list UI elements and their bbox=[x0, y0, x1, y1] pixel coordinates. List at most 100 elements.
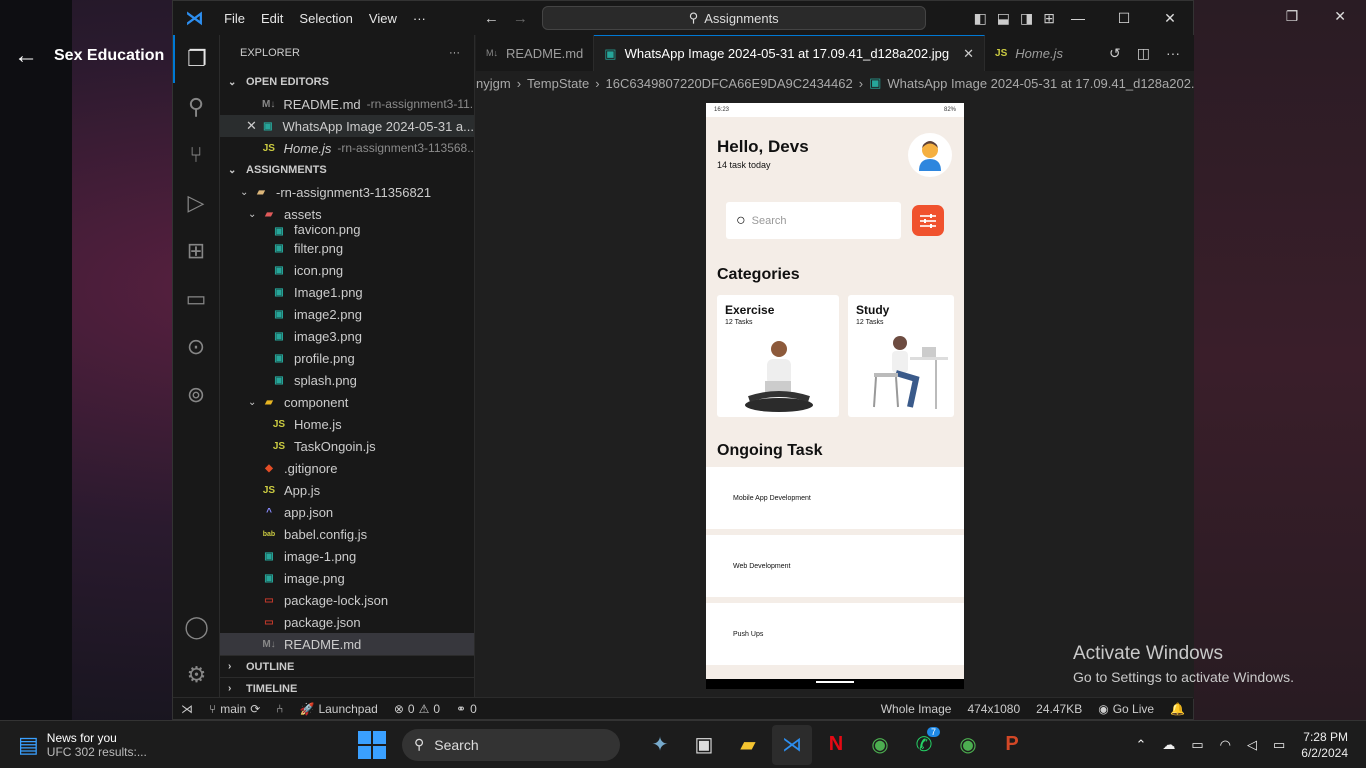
tree-file[interactable]: ▭ package.json bbox=[220, 611, 474, 633]
tree-file[interactable]: JS Home.js bbox=[220, 413, 474, 435]
open-editors-section[interactable]: ⌄ OPEN EDITORS bbox=[220, 71, 474, 93]
tree-file[interactable]: ▣ profile.png bbox=[220, 347, 474, 369]
toggle-sidebar-icon[interactable]: ◧ bbox=[974, 10, 987, 27]
menu-selection[interactable]: Selection bbox=[291, 11, 360, 26]
tree-file[interactable]: ▭ package-lock.json bbox=[220, 589, 474, 611]
whatsapp-icon[interactable]: ✆ 7 bbox=[904, 725, 944, 765]
tree-file[interactable]: ▣ icon.png bbox=[220, 259, 474, 281]
tree-file[interactable]: ▣ splash.png bbox=[220, 369, 474, 391]
breadcrumb-item[interactable]: TempState bbox=[527, 76, 589, 91]
breadcrumb-item[interactable]: WhatsApp Image 2024-05-31 at 17.09.41_d1… bbox=[887, 76, 1194, 91]
volume-icon[interactable]: ◁ bbox=[1247, 737, 1257, 753]
timeline-section[interactable]: › TIMELINE bbox=[220, 677, 474, 699]
launchpad-status[interactable]: 🚀 Launchpad bbox=[291, 702, 385, 716]
tree-file[interactable]: JS TaskOngoin.js bbox=[220, 435, 474, 457]
arrow-left-icon[interactable]: ← bbox=[14, 42, 38, 70]
tree-file[interactable]: ▣ image.png bbox=[220, 567, 474, 589]
customize-layout-icon[interactable]: ⊞ bbox=[1043, 10, 1055, 27]
tree-file[interactable]: ^ app.json bbox=[220, 501, 474, 523]
notifications-bell-icon[interactable]: 🔔 bbox=[1162, 702, 1193, 716]
tree-file[interactable]: ▣ image-1.png bbox=[220, 545, 474, 567]
explorer-icon[interactable]: ❐ bbox=[173, 35, 219, 83]
command-center[interactable]: ⚲ Assignments bbox=[541, 6, 926, 30]
chevron-right-icon: › bbox=[228, 683, 232, 694]
tree-file[interactable]: ▣ image2.png bbox=[220, 303, 474, 325]
wifi-icon[interactable]: ◠ bbox=[1220, 737, 1231, 753]
minimize-icon[interactable]: — bbox=[1055, 10, 1101, 27]
toggle-secondary-sidebar-icon[interactable]: ◨ bbox=[1020, 10, 1033, 27]
menu-more[interactable]: ··· bbox=[405, 11, 434, 26]
maximize-icon[interactable]: ☐ bbox=[1101, 10, 1147, 27]
split-editor-icon[interactable]: ◫ bbox=[1137, 45, 1150, 62]
remote-explorer-icon[interactable]: ▭ bbox=[173, 275, 219, 323]
file-explorer-icon[interactable]: ▰ bbox=[728, 725, 768, 765]
ports-status[interactable]: ⚭ 0 bbox=[448, 702, 485, 716]
tab-readme[interactable]: M↓ README.md bbox=[476, 35, 595, 71]
tree-file[interactable]: ▣ image3.png bbox=[220, 325, 474, 347]
news-widget[interactable]: ▤ News for you UFC 302 results:... bbox=[18, 731, 348, 759]
toggle-panel-icon[interactable]: ⬓ bbox=[997, 10, 1010, 27]
powerpoint-icon[interactable]: P bbox=[992, 725, 1032, 765]
menu-view[interactable]: View bbox=[361, 11, 405, 26]
open-editor-item[interactable]: JS Home.js -rn-assignment3-113568... bbox=[220, 137, 474, 159]
tree-file[interactable]: ▣ filter.png bbox=[220, 237, 474, 259]
netflix-icon[interactable]: N bbox=[816, 725, 856, 765]
display-icon[interactable]: ▭ bbox=[1191, 737, 1203, 753]
copilot-icon[interactable]: ✦ bbox=[640, 725, 680, 765]
tree-file[interactable]: bab babel.config.js bbox=[220, 523, 474, 545]
search-icon[interactable]: ⚲ bbox=[173, 83, 219, 131]
git-graph-icon[interactable]: ⊙ bbox=[173, 323, 219, 371]
close-window-icon[interactable]: ✕ bbox=[1147, 10, 1193, 27]
settings-gear-icon[interactable]: ⚙ bbox=[173, 651, 220, 699]
file-path: -rn-assignment3-113568... bbox=[337, 141, 474, 155]
more-actions-icon[interactable]: ··· bbox=[1166, 45, 1180, 61]
tree-folder[interactable]: ⌄ ▰ component bbox=[220, 391, 474, 413]
close-tab-icon[interactable]: ✕ bbox=[963, 46, 974, 62]
back-arrow-icon[interactable]: ← bbox=[484, 10, 499, 27]
windows-start-icon[interactable] bbox=[358, 730, 386, 759]
forward-arrow-icon[interactable]: → bbox=[513, 10, 528, 27]
account-icon[interactable]: ◯ bbox=[173, 603, 220, 651]
testing-icon[interactable]: ⊚ bbox=[173, 371, 219, 419]
extensions-icon[interactable]: ⊞ bbox=[173, 227, 219, 275]
vscode-taskbar-icon[interactable]: ⋊ bbox=[772, 724, 812, 765]
remote-icon[interactable]: ⋊ bbox=[173, 702, 201, 716]
tab-home-js[interactable]: JS Home.js bbox=[985, 35, 1073, 71]
tree-file-selected[interactable]: M↓ README.md bbox=[220, 633, 474, 655]
outline-section[interactable]: › OUTLINE bbox=[220, 655, 474, 677]
chevron-up-icon[interactable]: ⌃ bbox=[1135, 737, 1146, 753]
assignments-section[interactable]: ⌄ ASSIGNMENTS bbox=[220, 159, 474, 181]
tree-file[interactable]: ▣ favicon.png bbox=[220, 225, 474, 237]
weather-icon[interactable]: ☁ bbox=[1162, 737, 1175, 753]
tree-file[interactable]: JS App.js bbox=[220, 479, 474, 501]
image-zoom-mode[interactable]: Whole Image bbox=[873, 702, 960, 716]
problems-status[interactable]: ⊗ 0 ⚠ 0 bbox=[386, 702, 448, 716]
taskbar-search[interactable]: ⚲ Search bbox=[402, 728, 620, 761]
close-icon[interactable]: ✕ bbox=[1334, 8, 1346, 25]
tree-folder[interactable]: ⌄ ▰ assets bbox=[220, 203, 474, 225]
open-editor-item-active[interactable]: ✕ ▣ WhatsApp Image 2024-05-31 a... bbox=[220, 115, 474, 137]
run-debug-icon[interactable]: ▷ bbox=[173, 179, 219, 227]
tree-folder[interactable]: ⌄ ▰ -rn-assignment3-11356821 bbox=[220, 181, 474, 203]
chrome-icon[interactable]: ◉ bbox=[860, 725, 900, 765]
tab-whatsapp-image[interactable]: ▣ WhatsApp Image 2024-05-31 at 17.09.41_d… bbox=[594, 35, 986, 71]
more-actions-icon[interactable]: ··· bbox=[449, 47, 460, 59]
branch-status[interactable]: ⑂ main ⟳ bbox=[201, 702, 268, 716]
menu-edit[interactable]: Edit bbox=[253, 11, 291, 26]
clock[interactable]: 7:28 PM 6/2/2024 bbox=[1301, 729, 1348, 761]
battery-icon[interactable]: ▭ bbox=[1273, 737, 1285, 753]
tree-file[interactable]: ▣ Image1.png bbox=[220, 281, 474, 303]
git-graph-status-icon[interactable]: ⑃ bbox=[268, 702, 291, 716]
restore-icon[interactable]: ❐ bbox=[1286, 8, 1299, 25]
menu-file[interactable]: File bbox=[216, 11, 253, 26]
chrome-profile-icon[interactable]: ◉ bbox=[948, 725, 988, 765]
source-control-icon[interactable]: ⑂ bbox=[173, 131, 219, 179]
open-editor-item[interactable]: M↓ README.md -rn-assignment3-11... bbox=[220, 93, 474, 115]
tree-file[interactable]: ◆ .gitignore bbox=[220, 457, 474, 479]
history-icon[interactable]: ↺ bbox=[1109, 45, 1121, 62]
go-live-button[interactable]: ◉ Go Live bbox=[1090, 702, 1162, 716]
close-icon[interactable]: ✕ bbox=[246, 118, 261, 134]
breadcrumb-item[interactable]: nyjgm bbox=[476, 76, 511, 91]
breadcrumb-item[interactable]: 16C6349807220DFCA66E9DA9C2434462 bbox=[606, 76, 853, 91]
task-view-icon[interactable]: ▣ bbox=[684, 725, 724, 765]
